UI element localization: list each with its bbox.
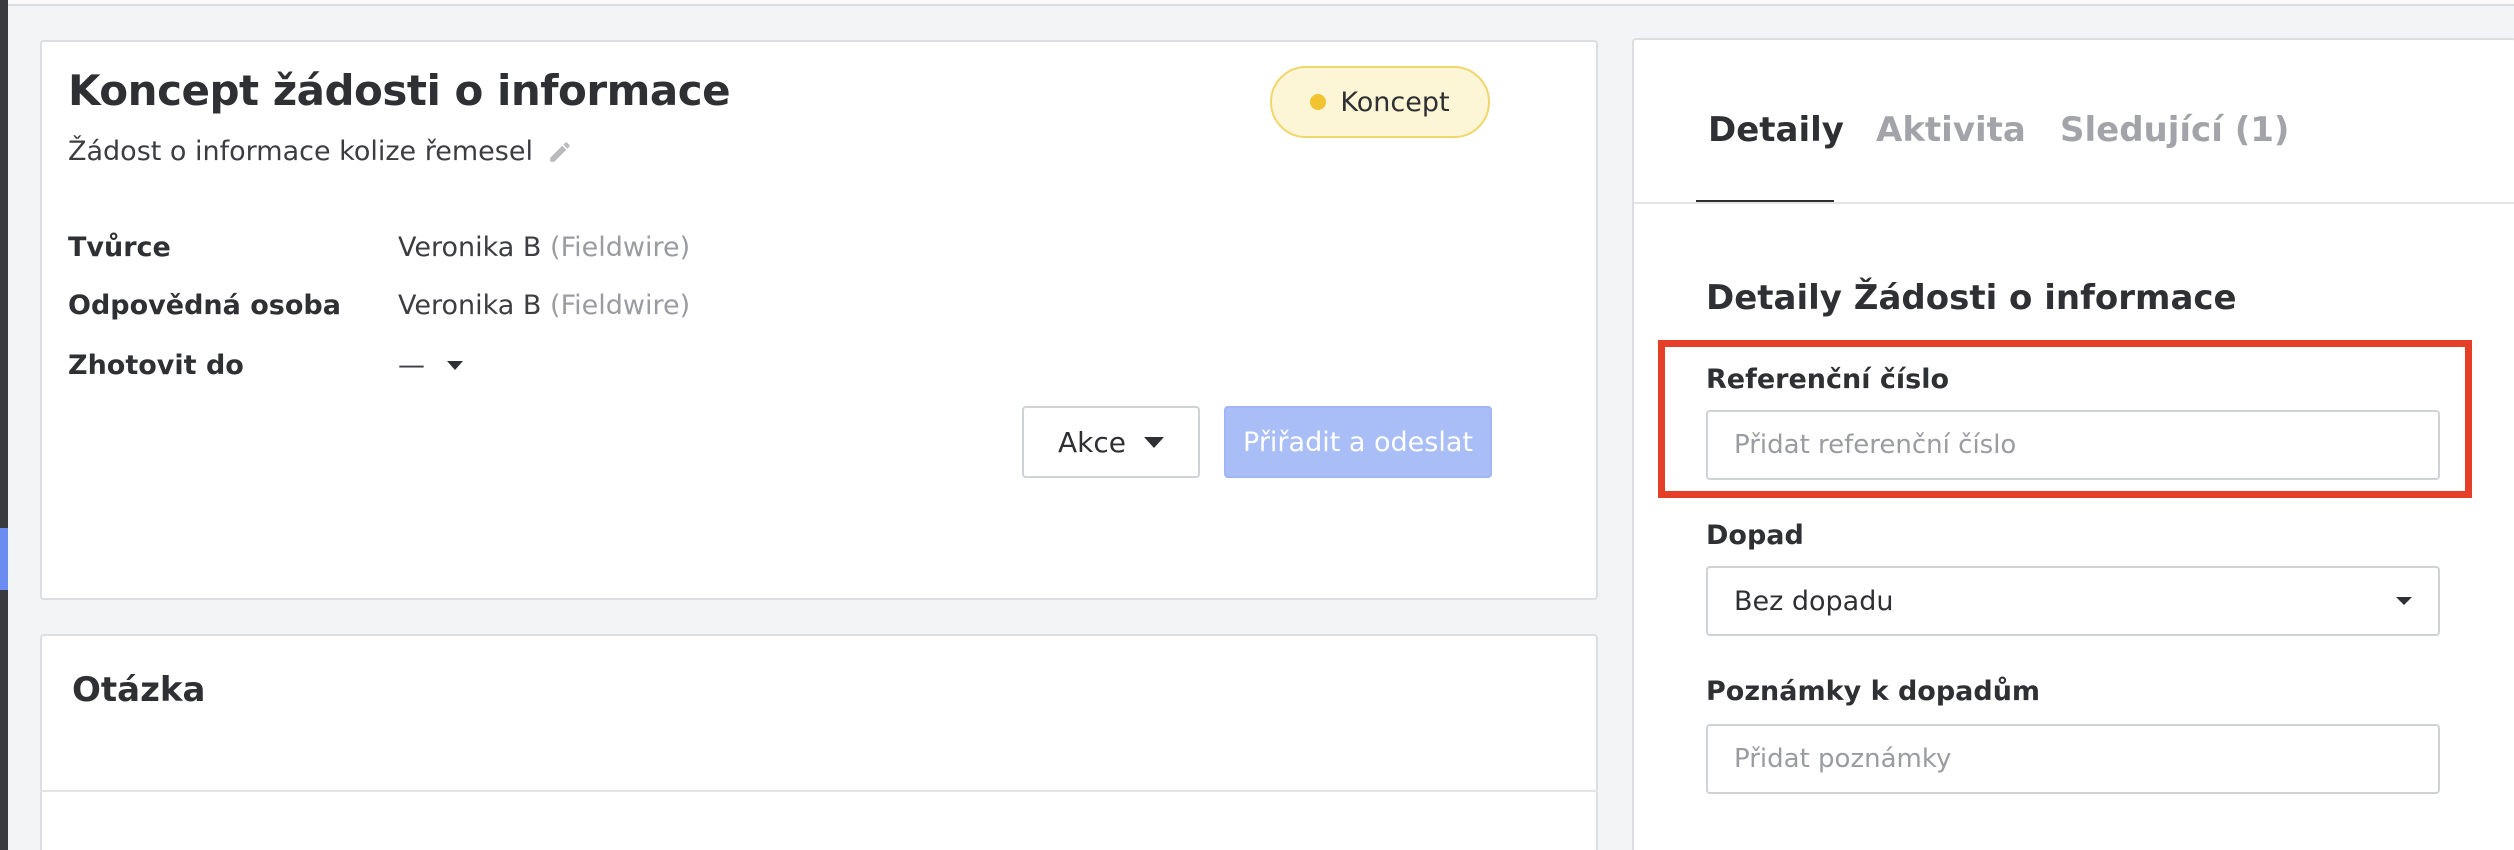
question-card (40, 634, 1598, 850)
assign-and-send-button[interactable]: Přiřadit a odeslat (1224, 406, 1492, 478)
details-heading: Detaily Žádosti o informace (1706, 278, 2237, 318)
tabs-divider (1634, 202, 2514, 204)
app-sidebar-active-indicator (0, 528, 8, 590)
top-divider (8, 0, 2514, 6)
assignee-label: Odpovědná osoba (68, 290, 341, 321)
impact-notes-label: Poznámky k dopadům (1706, 676, 2041, 707)
tab-details[interactable]: Detaily (1708, 110, 1844, 150)
status-badge: Koncept (1270, 66, 1490, 138)
reference-number-label: Referenční číslo (1706, 364, 1950, 395)
creator-org: (Fieldwire) (550, 232, 691, 263)
due-date-value: — (398, 350, 425, 381)
rfi-subtitle-text: Žádost o informace kolize řemesel (68, 136, 533, 167)
status-dot-icon (1310, 94, 1327, 110)
creator-value: Veronika B (Fieldwire) (398, 232, 690, 263)
actions-button-label: Akce (1058, 425, 1126, 459)
reference-number-input[interactable] (1706, 410, 2440, 480)
page-title: Koncept žádosti o informace (68, 66, 731, 115)
question-heading: Otázka (72, 670, 206, 710)
impact-select[interactable]: Bez dopadu (1706, 566, 2440, 636)
caret-down-icon (1144, 436, 1164, 448)
rfi-subtitle[interactable]: Žádost o informace kolize řemesel (68, 136, 573, 167)
due-date-label: Zhotovit do (68, 350, 244, 381)
status-badge-label: Koncept (1340, 86, 1450, 118)
assignee-value[interactable]: Veronika B (Fieldwire) (398, 290, 690, 321)
impact-notes-input[interactable] (1706, 724, 2440, 794)
impact-select-value: Bez dopadu (1734, 585, 1894, 617)
assignee-org: (Fieldwire) (550, 290, 691, 321)
actions-button[interactable]: Akce (1022, 406, 1200, 478)
creator-label: Tvůrce (68, 232, 171, 263)
caret-down-icon (447, 361, 463, 370)
due-date-dropdown[interactable]: — (398, 350, 463, 381)
creator-name: Veronika B (398, 232, 542, 263)
impact-label: Dopad (1706, 520, 1804, 551)
assignee-name: Veronika B (398, 290, 542, 321)
tab-followers[interactable]: Sledující (1) (2060, 110, 2289, 150)
question-divider (40, 790, 1598, 792)
tab-activity[interactable]: Aktivita (1876, 110, 2026, 150)
app-sidebar-edge (0, 0, 8, 850)
caret-down-icon (2396, 597, 2412, 605)
pencil-icon[interactable] (547, 139, 573, 165)
